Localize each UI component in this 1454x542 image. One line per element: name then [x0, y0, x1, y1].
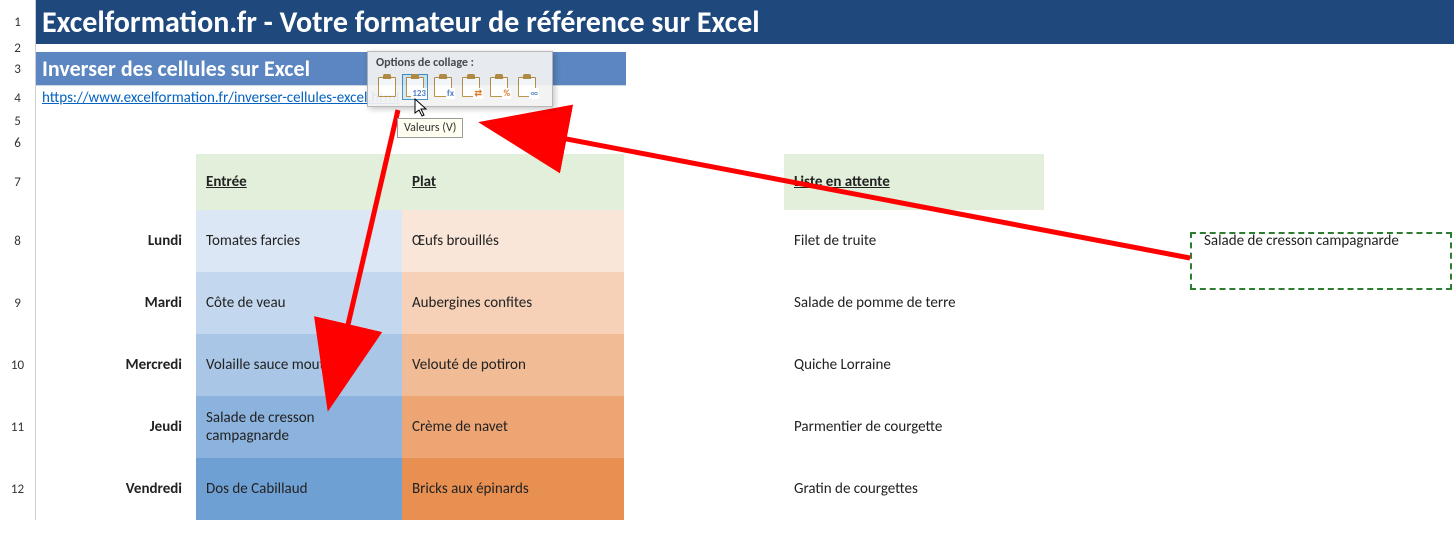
paste-values-icon[interactable]: 123 [402, 74, 428, 100]
row-header[interactable]: 5 [0, 110, 36, 132]
row-header[interactable]: 9 [0, 272, 36, 334]
day-label[interactable]: Lundi [36, 210, 196, 272]
cell-liste[interactable]: Salade de pomme de terre [784, 272, 1044, 334]
cell-plat[interactable]: Crème de navet [402, 396, 624, 458]
cell-entree[interactable]: Salade de cresson campagnarde [196, 396, 402, 458]
cell-liste[interactable]: Gratin de courgettes [784, 458, 1044, 520]
paste-values-tooltip: Valeurs (V) [397, 118, 463, 138]
paste-options-title: Options de collage : [368, 52, 552, 72]
row-header[interactable]: 11 [0, 396, 36, 458]
header-plat[interactable]: Plat [402, 154, 624, 210]
copy-marquee [1190, 232, 1452, 290]
row-header[interactable]: 2 [0, 44, 36, 52]
row-header[interactable]: 3 [0, 52, 36, 86]
header-liste[interactable]: Liste en attente [784, 154, 1044, 210]
row-header[interactable]: 6 [0, 132, 36, 154]
row-header[interactable]: 7 [0, 154, 36, 210]
row-header[interactable]: 8 [0, 210, 36, 272]
menu-table: Entrée Plat Liste en attente Lundi Tomat… [36, 154, 1454, 520]
page-title: Excelformation.fr - Votre formateur de r… [36, 0, 1454, 44]
header-entree[interactable]: Entrée [196, 154, 402, 210]
row-header-gutter: 1 2 3 4 5 6 7 8 9 10 11 12 [0, 0, 36, 520]
row-header[interactable]: 4 [0, 86, 36, 110]
cell-plat[interactable]: Œufs brouillés [402, 210, 624, 272]
paste-formatting-icon[interactable]: % [486, 74, 512, 100]
cell-liste[interactable]: Filet de truite [784, 210, 1044, 272]
tutorial-link[interactable]: https://www.excelformation.fr/inverser-c… [42, 89, 399, 107]
paste-link-icon[interactable]: ∞ [514, 74, 540, 100]
paste-formulas-icon[interactable]: fx [430, 74, 456, 100]
cell-entree[interactable]: Tomates farcies [196, 210, 402, 272]
paste-transpose-icon[interactable]: ⇄ [458, 74, 484, 100]
paste-options-popup: Options de collage : 123 fx ⇄ % ∞ [367, 51, 553, 107]
cell-entree[interactable]: Dos de Cabillaud [196, 458, 402, 520]
row-header[interactable]: 10 [0, 334, 36, 396]
cell-plat[interactable]: Aubergines confites [402, 272, 624, 334]
day-label[interactable]: Jeudi [36, 396, 196, 458]
row-header[interactable]: 12 [0, 458, 36, 520]
cell-liste[interactable]: Quiche Lorraine [784, 334, 1044, 396]
row-header[interactable]: 1 [0, 0, 36, 44]
cell-liste[interactable]: Parmentier de courgette [784, 396, 1044, 458]
day-label[interactable]: Mercredi [36, 334, 196, 396]
cell-entree[interactable]: Côte de veau [196, 272, 402, 334]
cell-plat[interactable]: Bricks aux épinards [402, 458, 624, 520]
paste-all-icon[interactable] [374, 74, 400, 100]
day-label[interactable]: Mardi [36, 272, 196, 334]
day-label[interactable]: Vendredi [36, 458, 196, 520]
mouse-cursor-icon [414, 98, 430, 118]
cell-plat[interactable]: Velouté de potiron [402, 334, 624, 396]
cell-entree[interactable]: Volaille sauce moutarde [196, 334, 402, 396]
